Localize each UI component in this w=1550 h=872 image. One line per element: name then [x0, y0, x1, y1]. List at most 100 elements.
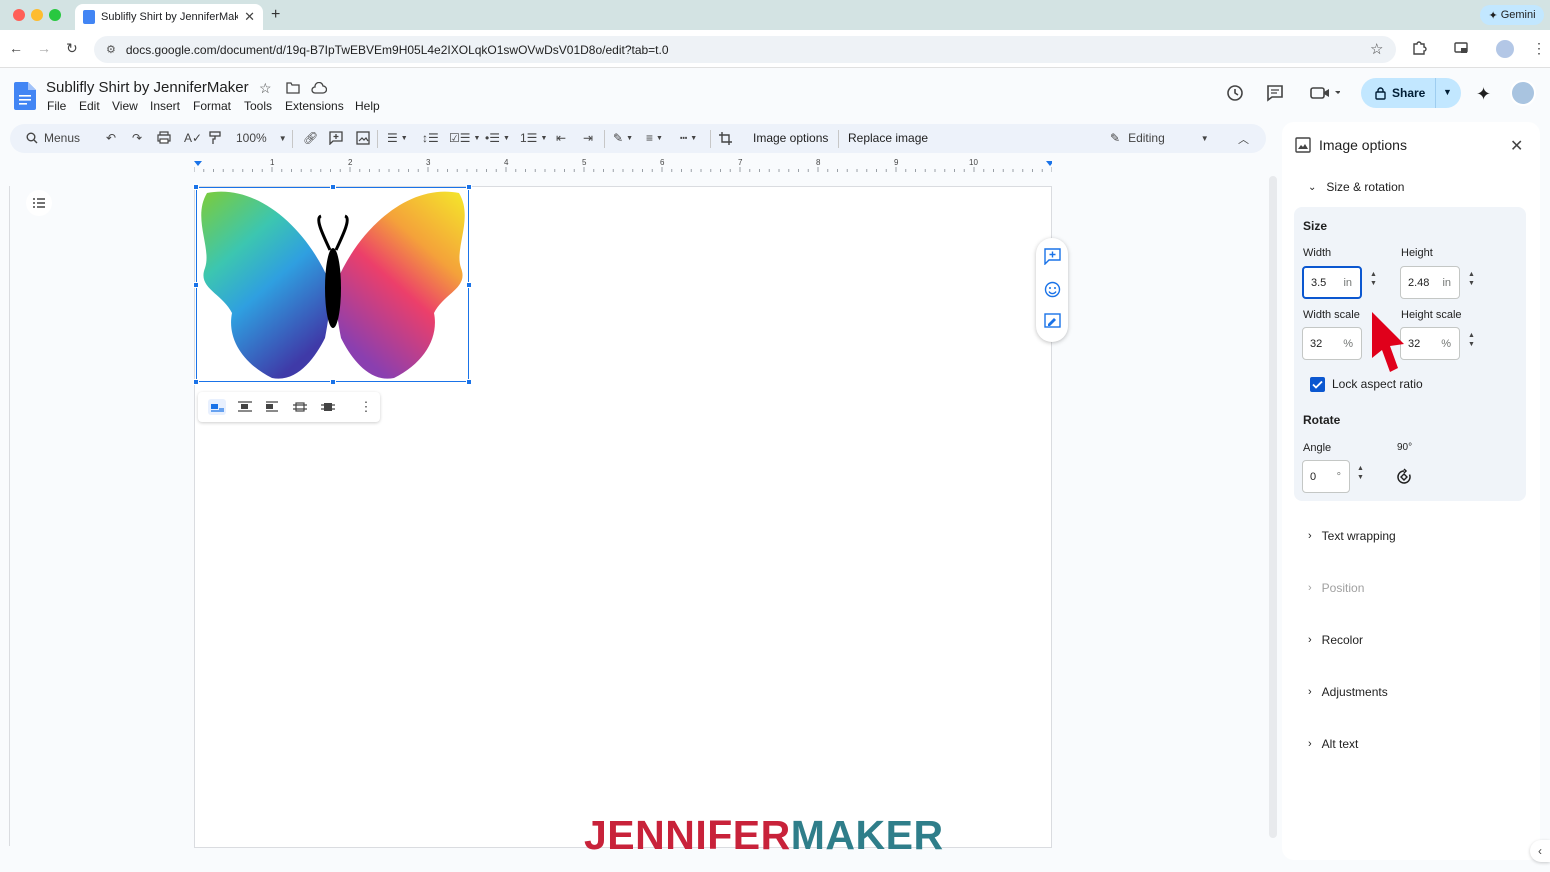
undo-icon[interactable]: ↶: [106, 131, 116, 145]
wrap-text-icon[interactable]: [236, 399, 254, 415]
menu-tools[interactable]: Tools: [244, 99, 272, 113]
bookmark-star-icon[interactable]: ☆: [1370, 40, 1390, 60]
site-settings-icon[interactable]: ⚙: [106, 43, 116, 56]
extensions-icon[interactable]: [1411, 40, 1431, 60]
border-color-icon[interactable]: ✎ ▼: [613, 131, 633, 145]
document-scrollbar[interactable]: [1269, 176, 1277, 838]
resize-handle[interactable]: [193, 379, 199, 385]
more-options-icon[interactable]: ⋮: [357, 399, 375, 415]
emoji-reaction-icon[interactable]: [1044, 281, 1061, 298]
comments-icon[interactable]: [1266, 84, 1284, 102]
reload-icon[interactable]: ↻: [66, 40, 78, 57]
hide-menus-icon[interactable]: ︿: [1238, 131, 1249, 147]
new-tab-icon[interactable]: +: [271, 6, 280, 24]
menu-view[interactable]: View: [112, 99, 138, 113]
gemini-sparkle-icon[interactable]: ✦: [1476, 84, 1491, 105]
insert-image-icon[interactable]: [356, 131, 370, 145]
account-avatar[interactable]: [1510, 80, 1536, 106]
editing-mode-select[interactable]: ✎ Editing ▼: [1110, 131, 1209, 145]
window-close-button[interactable]: [13, 9, 25, 21]
add-comment-icon[interactable]: [1044, 248, 1061, 265]
redo-icon[interactable]: ↷: [132, 131, 142, 145]
spellcheck-icon[interactable]: A✓: [184, 131, 202, 145]
menu-edit[interactable]: Edit: [79, 99, 100, 113]
in-front-of-text-icon[interactable]: [319, 399, 337, 415]
rotate-90-icon[interactable]: [1395, 468, 1413, 486]
window-minimize-button[interactable]: [31, 9, 43, 21]
inline-wrap-icon[interactable]: [208, 399, 226, 415]
text-wrapping-section[interactable]: › Text wrapping: [1308, 529, 1396, 543]
height-scale-stepper[interactable]: ▲ ▼: [1468, 331, 1475, 349]
move-folder-icon[interactable]: [286, 82, 300, 94]
profile-avatar[interactable]: [1496, 40, 1514, 58]
search-menus[interactable]: Menus: [26, 131, 80, 145]
browser-tab[interactable]: Sublifly Shirt by JenniferMak ✕: [75, 4, 263, 30]
document-outline-button[interactable]: [26, 190, 52, 216]
cast-icon[interactable]: [1453, 40, 1473, 60]
menu-format[interactable]: Format: [193, 99, 231, 113]
behind-text-icon[interactable]: [291, 399, 309, 415]
angle-stepper[interactable]: ▲ ▼: [1357, 464, 1364, 482]
increase-indent-icon[interactable]: ⇥: [583, 131, 593, 145]
height-input[interactable]: 2.48 in: [1400, 266, 1460, 299]
recolor-section[interactable]: › Recolor: [1308, 633, 1363, 647]
version-history-icon[interactable]: [1226, 84, 1244, 102]
resize-handle[interactable]: [466, 379, 472, 385]
share-button[interactable]: Share ▼: [1361, 78, 1461, 108]
replace-image-button[interactable]: Replace image: [848, 131, 928, 145]
chrome-menu-icon[interactable]: ⋮: [1532, 40, 1550, 60]
alt-text-section[interactable]: › Alt text: [1308, 737, 1358, 751]
resize-handle[interactable]: [193, 282, 199, 288]
suggest-edits-icon[interactable]: [1044, 313, 1061, 330]
print-icon[interactable]: [157, 131, 171, 144]
bulleted-list-icon[interactable]: •☰ ▼: [485, 131, 510, 145]
image-selection-frame[interactable]: [193, 184, 472, 385]
star-icon[interactable]: ☆: [259, 80, 272, 97]
forward-icon[interactable]: →: [37, 40, 51, 56]
window-zoom-button[interactable]: [49, 9, 61, 21]
line-spacing-icon[interactable]: ↕☰: [422, 131, 439, 145]
menu-extensions[interactable]: Extensions: [285, 99, 344, 113]
align-icon[interactable]: ☰ ▼: [387, 131, 408, 145]
height-stepper[interactable]: ▲ ▼: [1468, 270, 1475, 288]
resize-handle[interactable]: [466, 184, 472, 190]
numbered-list-icon[interactable]: 1☰ ▼: [520, 131, 547, 145]
gemini-button[interactable]: ✦ Gemini: [1480, 5, 1544, 25]
border-dash-icon[interactable]: ┅ ▼: [680, 131, 697, 145]
height-scale-input[interactable]: 32 %: [1400, 327, 1460, 360]
insert-link-icon[interactable]: 🔗︎: [303, 131, 318, 145]
cloud-saved-icon[interactable]: [311, 82, 327, 94]
width-stepper[interactable]: ▲ ▼: [1370, 270, 1377, 288]
add-comment-icon[interactable]: [329, 131, 343, 145]
resize-handle[interactable]: [193, 184, 199, 190]
menu-file[interactable]: File: [47, 99, 66, 113]
checklist-icon[interactable]: ☑☰ ▼: [449, 131, 480, 145]
crop-icon[interactable]: [718, 131, 733, 146]
share-dropdown-icon[interactable]: ▼: [1443, 87, 1452, 97]
paint-format-icon[interactable]: [209, 131, 221, 145]
docs-logo-icon[interactable]: [14, 82, 36, 110]
resize-handle[interactable]: [330, 379, 336, 385]
vertical-ruler[interactable]: [0, 186, 10, 846]
tab-close-icon[interactable]: ✕: [244, 9, 255, 25]
adjustments-section[interactable]: › Adjustments: [1308, 685, 1388, 699]
side-panel-toggle-icon[interactable]: ‹: [1530, 840, 1550, 862]
url-bar[interactable]: ⚙ docs.google.com/document/d/19q-B7IpTwE…: [94, 36, 1396, 63]
lock-aspect-ratio-checkbox[interactable]: [1310, 377, 1325, 392]
size-rotation-section[interactable]: ⌄ Size & rotation: [1308, 180, 1404, 194]
break-text-icon[interactable]: [263, 399, 281, 415]
decrease-indent-icon[interactable]: ⇤: [556, 131, 566, 145]
zoom-select[interactable]: 100% ▼: [236, 131, 287, 145]
resize-handle[interactable]: [330, 184, 336, 190]
angle-input[interactable]: 0 °: [1302, 460, 1350, 493]
close-panel-icon[interactable]: ✕: [1510, 136, 1523, 156]
menu-insert[interactable]: Insert: [150, 99, 180, 113]
meet-icon[interactable]: [1310, 86, 1340, 100]
horizontal-ruler[interactable]: [194, 158, 1052, 172]
width-input[interactable]: 3.5 in: [1302, 266, 1362, 299]
image-options-button[interactable]: Image options: [753, 131, 828, 145]
width-scale-input[interactable]: 32 %: [1302, 327, 1362, 360]
document-title[interactable]: Sublifly Shirt by JenniferMaker: [46, 79, 249, 96]
menu-help[interactable]: Help: [355, 99, 380, 113]
border-weight-icon[interactable]: ≡ ▼: [646, 131, 663, 145]
